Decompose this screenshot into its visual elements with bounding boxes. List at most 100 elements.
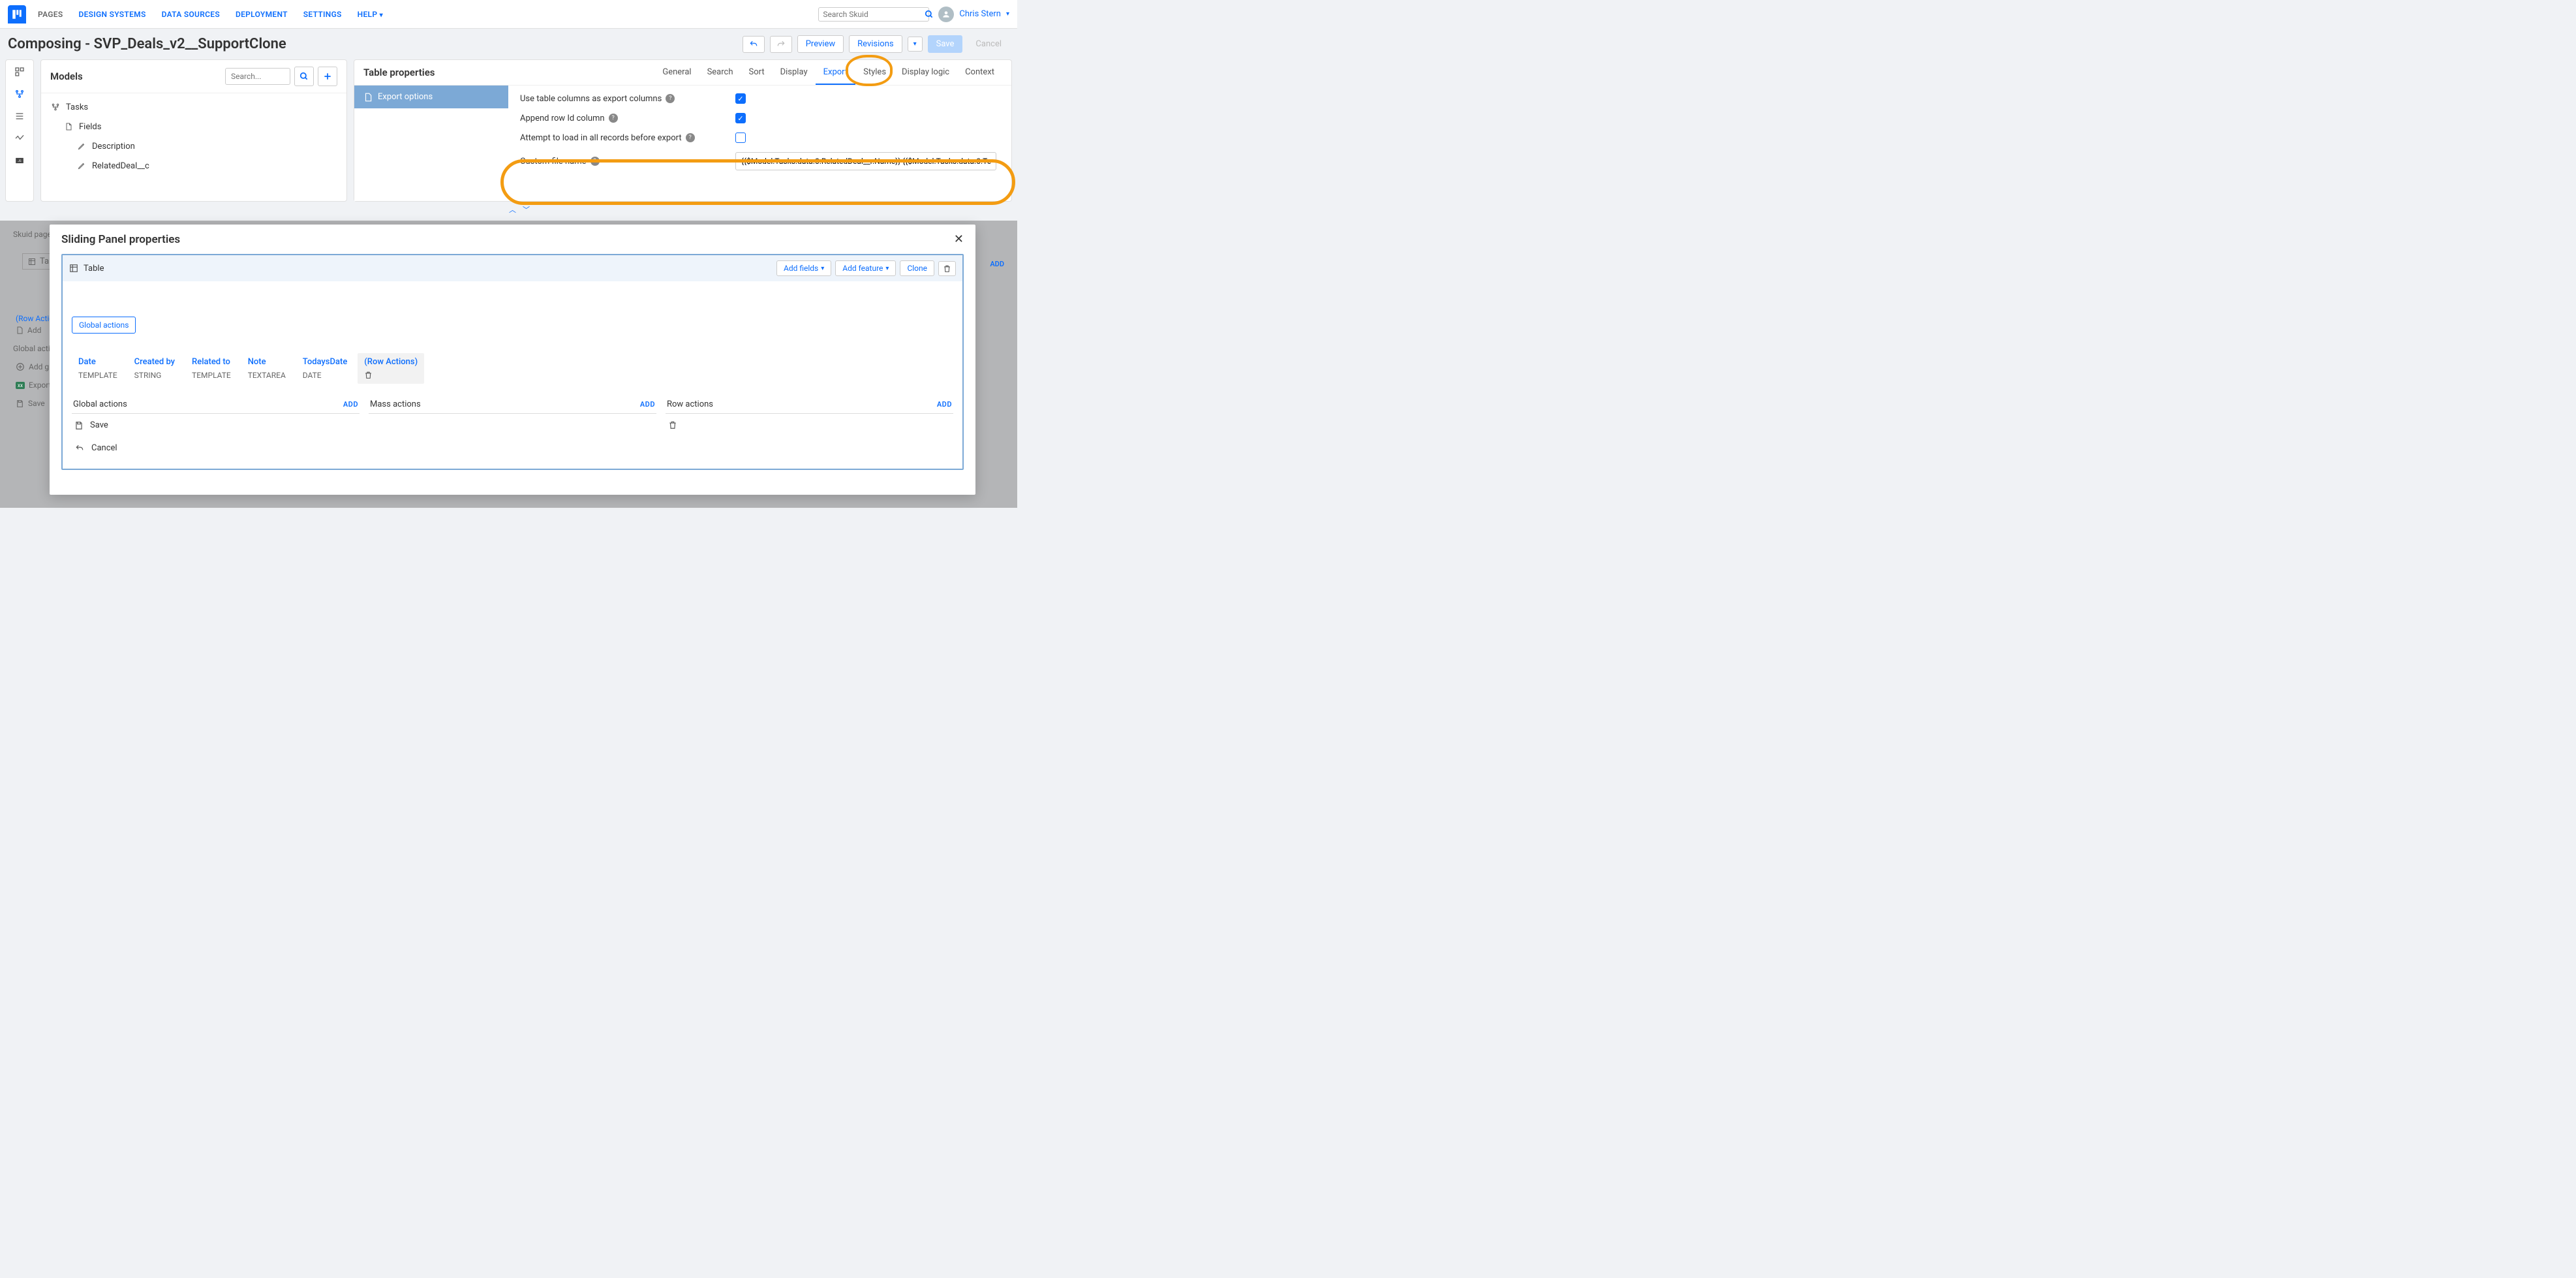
pencil-icon bbox=[76, 161, 87, 171]
row-action-delete[interactable] bbox=[666, 414, 953, 436]
pencil-icon bbox=[76, 141, 87, 151]
help-icon[interactable]: ? bbox=[686, 133, 695, 142]
save-button[interactable]: Save bbox=[928, 35, 963, 53]
main-row: JS Models Tasks Fields Description Relat… bbox=[0, 59, 1017, 202]
custom-file-name-input[interactable] bbox=[735, 152, 996, 170]
models-title: Models bbox=[50, 70, 83, 82]
side-export-options[interactable]: Export options bbox=[354, 86, 508, 108]
add-model-button[interactable] bbox=[318, 67, 337, 86]
trash-icon[interactable] bbox=[364, 371, 418, 379]
preview-button[interactable]: Preview bbox=[797, 35, 844, 53]
global-action-save[interactable]: Save bbox=[72, 414, 360, 437]
chevron-up-icon[interactable]: ︿ bbox=[509, 204, 516, 215]
nav-help[interactable]: HELP ▾ bbox=[358, 10, 383, 19]
mass-actions-box: Mass actions ADD bbox=[369, 396, 656, 460]
col-date[interactable]: DateTEMPLATE bbox=[72, 353, 124, 384]
trash-icon bbox=[668, 420, 677, 429]
add-feature-button[interactable]: Add feature▾ bbox=[835, 260, 896, 276]
rail-models-icon[interactable] bbox=[13, 87, 26, 101]
svg-text:JS: JS bbox=[18, 159, 22, 163]
tab-styles[interactable]: Styles bbox=[855, 67, 894, 78]
help-icon[interactable]: ? bbox=[590, 157, 600, 166]
user-name: Chris Stern bbox=[959, 9, 1001, 19]
props-form: Use table columns as export columns? ✓ A… bbox=[508, 86, 1011, 201]
tab-search[interactable]: Search bbox=[699, 67, 741, 78]
nav-deployment[interactable]: DEPLOYMENT bbox=[236, 10, 288, 19]
rail-actions-icon[interactable] bbox=[13, 132, 26, 145]
chevron-down-icon[interactable]: ﹀ bbox=[523, 204, 530, 215]
add-global-action[interactable]: ADD bbox=[343, 400, 358, 409]
tab-display[interactable]: Display bbox=[773, 67, 816, 78]
user-menu[interactable]: Chris Stern ▾ bbox=[938, 7, 1009, 22]
add-row-action[interactable]: ADD bbox=[937, 400, 952, 409]
mass-actions-title: Mass actions bbox=[370, 399, 421, 409]
row-use-table-columns: Use table columns as export columns? ✓ bbox=[520, 93, 1000, 104]
tab-display-logic[interactable]: Display logic bbox=[894, 67, 957, 78]
nav-links: PAGES DESIGN SYSTEMS DATA SOURCES DEPLOY… bbox=[38, 10, 383, 19]
models-search-input[interactable] bbox=[225, 68, 290, 85]
help-icon[interactable]: ? bbox=[666, 94, 675, 103]
row-load-all-records: Attempt to load in all records before ex… bbox=[520, 132, 1000, 143]
global-actions-title: Global actions bbox=[73, 399, 127, 409]
checkbox-load-all[interactable] bbox=[735, 132, 746, 143]
revisions-dropdown[interactable]: ▾ bbox=[908, 37, 923, 52]
col-note[interactable]: NoteTEXTAREA bbox=[241, 353, 292, 384]
table-columns: DateTEMPLATE Created bySTRING Related to… bbox=[72, 353, 953, 384]
search-input[interactable] bbox=[823, 10, 925, 19]
add-mass-action[interactable]: ADD bbox=[640, 400, 655, 409]
models-panel: Models Tasks Fields Description RelatedD… bbox=[40, 59, 347, 202]
global-actions-chip[interactable]: Global actions bbox=[72, 317, 136, 334]
tree-item-relateddeal[interactable]: RelatedDeal__c bbox=[41, 156, 346, 176]
search-icon[interactable] bbox=[925, 10, 934, 19]
props-title: Table properties bbox=[363, 67, 435, 78]
rail-js-icon[interactable]: JS bbox=[13, 154, 26, 167]
nav-design-systems[interactable]: DESIGN SYSTEMS bbox=[78, 10, 146, 19]
rail-outline-icon[interactable] bbox=[13, 110, 26, 123]
branch-icon bbox=[50, 102, 61, 112]
delete-table-button[interactable] bbox=[938, 261, 956, 276]
help-icon[interactable]: ? bbox=[609, 114, 618, 123]
row-actions-title: Row actions bbox=[667, 399, 713, 409]
clone-button[interactable]: Clone bbox=[900, 260, 934, 276]
checkbox-append-row-id[interactable]: ✓ bbox=[735, 113, 746, 123]
props-tabs: General Search Sort Display Export Style… bbox=[654, 67, 1002, 78]
revisions-button[interactable]: Revisions bbox=[849, 35, 902, 53]
tree-item-description[interactable]: Description bbox=[41, 136, 346, 156]
nav-pages[interactable]: PAGES bbox=[38, 10, 63, 19]
nav-settings[interactable]: SETTINGS bbox=[303, 10, 342, 19]
rail-components-icon[interactable] bbox=[13, 65, 26, 78]
redo-button bbox=[770, 36, 792, 53]
checkbox-use-table-columns[interactable]: ✓ bbox=[735, 93, 746, 104]
panel-resize-chevrons[interactable]: ︿﹀ bbox=[0, 202, 1017, 217]
doc-icon bbox=[63, 121, 74, 132]
tab-export[interactable]: Export bbox=[816, 67, 856, 85]
col-todays-date[interactable]: TodaysDateDATE bbox=[296, 353, 354, 384]
tab-sort[interactable]: Sort bbox=[741, 67, 773, 78]
app-logo[interactable] bbox=[8, 5, 26, 23]
col-created-by[interactable]: Created bySTRING bbox=[128, 353, 181, 384]
tree-item-fields[interactable]: Fields bbox=[41, 117, 346, 136]
models-tree: Tasks Fields Description RelatedDeal__c bbox=[41, 93, 346, 201]
col-related-to[interactable]: Related toTEMPLATE bbox=[185, 353, 238, 384]
row-custom-file-name: Custom file name? bbox=[520, 152, 1000, 170]
chevron-down-icon: ▾ bbox=[380, 12, 383, 19]
top-nav: PAGES DESIGN SYSTEMS DATA SOURCES DEPLOY… bbox=[0, 0, 1017, 29]
save-icon bbox=[74, 421, 84, 430]
tree-item-tasks[interactable]: Tasks bbox=[41, 97, 346, 117]
global-search[interactable] bbox=[818, 7, 929, 22]
modal-title: Sliding Panel properties bbox=[61, 233, 180, 246]
col-row-actions[interactable]: (Row Actions) bbox=[358, 353, 424, 384]
global-action-cancel[interactable]: Cancel bbox=[72, 437, 360, 460]
close-icon[interactable]: ✕ bbox=[954, 232, 964, 246]
props-sidelist: Export options bbox=[354, 86, 508, 201]
add-fields-button[interactable]: Add fields▾ bbox=[776, 260, 831, 276]
undo-button[interactable] bbox=[743, 36, 765, 53]
table-card-title: Table bbox=[69, 264, 104, 273]
tab-context[interactable]: Context bbox=[957, 67, 1002, 78]
nav-data-sources[interactable]: DATA SOURCES bbox=[162, 10, 220, 19]
page-header: Composing - SVP_Deals_v2__SupportClone P… bbox=[0, 29, 1017, 59]
tab-general[interactable]: General bbox=[654, 67, 699, 78]
models-search-button[interactable] bbox=[294, 67, 314, 86]
avatar bbox=[938, 7, 954, 22]
sliding-panel-modal: Sliding Panel properties ✕ Table Add fie… bbox=[50, 225, 975, 495]
